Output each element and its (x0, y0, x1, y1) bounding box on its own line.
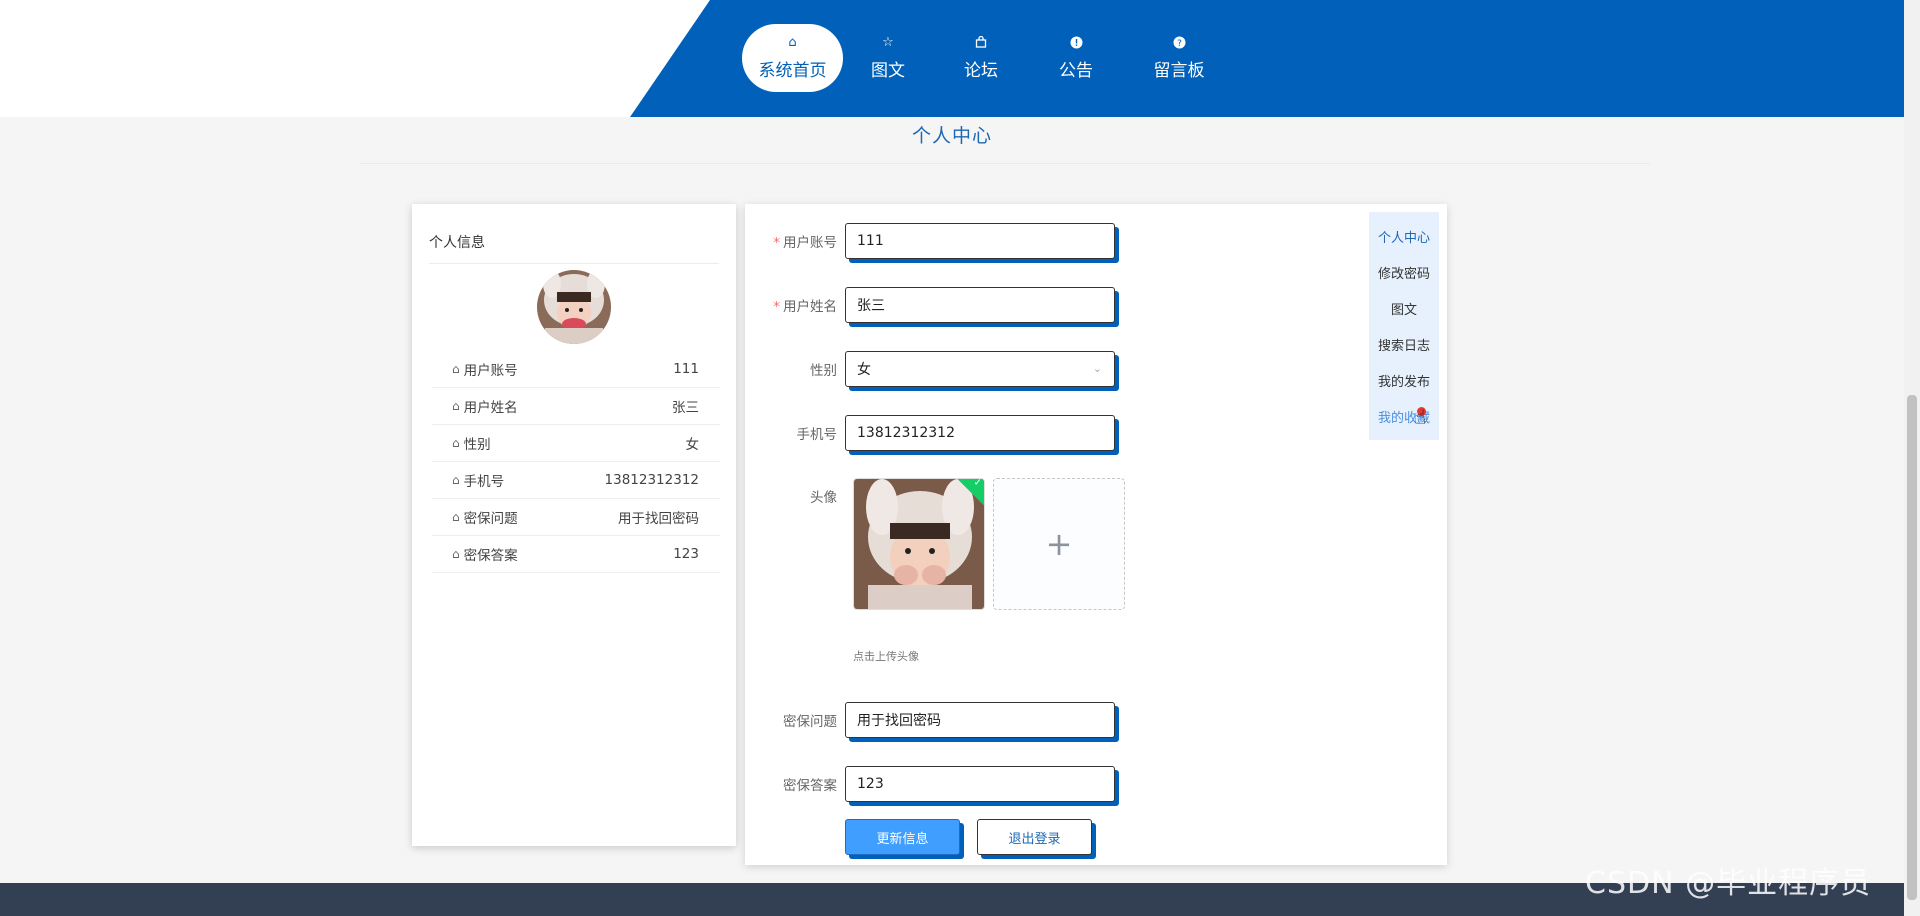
side-menu-my-posts[interactable]: 我的发布 (1369, 362, 1439, 398)
form-label: * 用户姓名 (745, 295, 845, 315)
plus-icon: + (1045, 525, 1073, 563)
nav-item-label: 论坛 (964, 60, 998, 81)
info-row-name: ⌂ 用户姓名 张三 (432, 388, 720, 425)
question-icon: ? (1173, 36, 1186, 52)
form-row-name: * 用户姓名 张三 (745, 287, 1115, 323)
info-row-value: 123 (673, 546, 699, 562)
form-row-account: * 用户账号 111 (745, 223, 1115, 259)
form-row-avatar: 头像 (745, 486, 845, 506)
star-icon: ☆ (882, 34, 894, 50)
info-row-label-wrap: ⌂ 密保问题 (452, 507, 518, 527)
form-label: 密保答案 (783, 778, 837, 794)
nav-item-label: 公告 (1059, 60, 1093, 81)
side-menu-profile[interactable]: 个人中心 (1369, 218, 1439, 254)
info-row-question: ⌂ 密保问题 用于找回密码 (432, 499, 720, 536)
form-label: 手机号 (796, 427, 838, 443)
upload-tip: 点击上传头像 (853, 650, 919, 663)
info-row-value: 13812312312 (604, 472, 699, 488)
side-menu-articles[interactable]: 图文 (1369, 290, 1439, 326)
info-row-label-wrap: ⌂ 密保答案 (452, 544, 518, 564)
avatar (537, 270, 611, 344)
info-row-label: 性别 (463, 437, 491, 453)
info-row-label: 用户账号 (463, 363, 518, 379)
form-row-answer: 密保答案 123 (745, 766, 1115, 802)
phone-input[interactable]: 13812312312 (845, 415, 1115, 451)
info-row-label: 用户姓名 (463, 400, 518, 416)
form-row-question: 密保问题 用于找回密码 (745, 702, 1115, 738)
info-row-label-wrap: ⌂ 用户账号 (452, 359, 518, 379)
title-divider (360, 163, 1650, 164)
side-menu-favorites[interactable]: 我的收藏 (1369, 398, 1439, 434)
gender-select-value: 女 (857, 362, 871, 378)
info-row-value: 张三 (672, 400, 699, 416)
home-icon: ⌂ (452, 510, 460, 524)
home-icon: ⌂ (452, 436, 460, 450)
chevron-down-icon: ⌄ (1092, 362, 1102, 375)
home-icon: ⌂ (452, 362, 460, 376)
form-label: 密保问题 (783, 714, 837, 730)
user-side-menu: 个人中心 修改密码 图文 搜索日志 我的发布 我的收藏 (1369, 212, 1439, 440)
nav-item-forum[interactable]: 论坛 (933, 24, 1029, 92)
info-row-value: 女 (685, 437, 700, 453)
side-menu-search-log[interactable]: 搜索日志 (1369, 326, 1439, 362)
page-scrollbar-thumb[interactable] (1907, 395, 1917, 900)
required-mark: * (773, 299, 780, 315)
info-row-label: 密保答案 (463, 548, 518, 564)
bag-icon (975, 35, 987, 52)
info-row-label-wrap: ⌂ 用户姓名 (452, 396, 518, 416)
avatar-preview[interactable]: ✓ (853, 478, 985, 610)
nav-item-messageboard[interactable]: ? 留言板 (1123, 24, 1235, 92)
info-row-label: 密保问题 (463, 511, 518, 527)
info-row-answer: ⌂ 密保答案 123 (432, 536, 720, 573)
profile-form: * 用户账号 111 * 用户姓名 张三 性别 女 ⌄ 手机号 1381231231… (745, 204, 1447, 865)
svg-text:?: ? (1177, 39, 1182, 49)
nav-item-articles[interactable]: ☆ 图文 (843, 24, 933, 92)
form-label-text: 用户账号 (783, 235, 837, 251)
info-row-value: 111 (673, 361, 699, 377)
nav-item-notice[interactable]: 公告 (1029, 24, 1123, 92)
watermark: CSDN @毕业程序员 (1585, 866, 1872, 901)
home-icon: ⌂ (788, 34, 797, 50)
name-input[interactable]: 张三 (845, 287, 1115, 323)
info-row-label-wrap: ⌂ 手机号 (452, 470, 504, 490)
form-label-text: 用户姓名 (783, 299, 837, 315)
nav-item-home[interactable]: ⌂ 系统首页 (742, 24, 843, 92)
gender-select[interactable]: 女 ⌄ (845, 351, 1115, 387)
form-row-phone: 手机号 13812312312 (745, 415, 1115, 451)
info-card-title: 个人信息 (429, 232, 719, 264)
security-answer-input[interactable]: 123 (845, 766, 1115, 802)
form-label: * 用户账号 (745, 231, 845, 251)
form-label: 头像 (810, 490, 837, 506)
home-icon: ⌂ (452, 473, 460, 487)
personal-info-card: 个人信息 ⌂ 用户账号 111 ⌂ 用户姓名 张三 ⌂ 性别 女 ⌂ 手机号 1… (412, 204, 736, 846)
avatar-upload-button[interactable]: + (993, 478, 1125, 610)
nav-item-label: 系统首页 (758, 60, 827, 81)
alert-icon (1070, 36, 1083, 52)
update-info-button[interactable]: 更新信息 (845, 819, 960, 855)
side-menu-change-password[interactable]: 修改密码 (1369, 254, 1439, 290)
form-row-gender: 性别 女 ⌄ (745, 351, 1115, 387)
logout-button[interactable]: 退出登录 (977, 819, 1092, 855)
info-row-label-wrap: ⌂ 性别 (452, 433, 491, 453)
hand-cursor-icon: ☝ (1414, 405, 1427, 429)
security-question-input[interactable]: 用于找回密码 (845, 702, 1115, 738)
info-list: ⌂ 用户账号 111 ⌂ 用户姓名 张三 ⌂ 性别 女 ⌂ 手机号 1381231231… (432, 351, 720, 573)
info-row-value: 用于找回密码 (618, 511, 699, 527)
required-mark: * (773, 235, 780, 251)
home-icon: ⌂ (452, 547, 460, 561)
info-row-gender: ⌂ 性别 女 (432, 425, 720, 462)
page-title: 个人中心 (911, 125, 992, 147)
home-icon: ⌂ (452, 399, 460, 413)
account-input[interactable]: 111 (845, 223, 1115, 259)
nav-item-label: 图文 (871, 60, 905, 81)
form-label: 性别 (810, 363, 837, 379)
info-row-account: ⌂ 用户账号 111 (432, 351, 720, 388)
main-nav: ⌂ 系统首页 ☆ 图文 论坛 公告 ? 留言板 (742, 24, 1235, 92)
info-row-phone: ⌂ 手机号 13812312312 (432, 462, 720, 499)
info-row-label: 手机号 (463, 474, 505, 490)
nav-item-label: 留言板 (1153, 60, 1205, 81)
